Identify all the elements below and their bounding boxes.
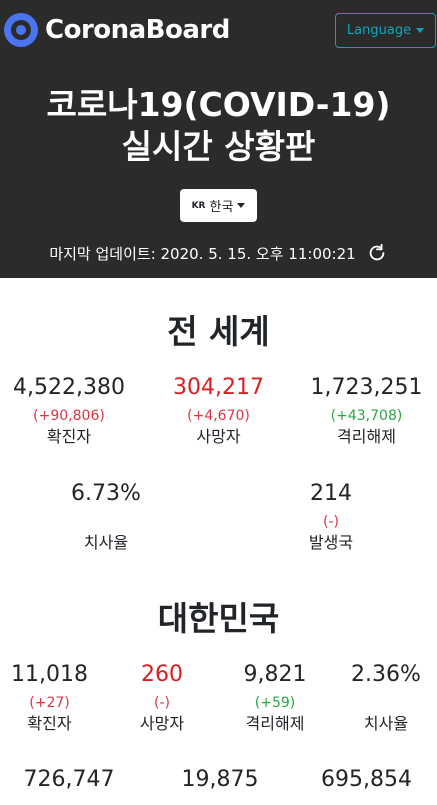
korea-recovered-value: 9,821 — [243, 662, 307, 687]
last-updated: 마지막 업데이트: 2020. 5. 15. 오후 11:00:21 — [0, 242, 437, 264]
brand-name: CoronaBoard — [45, 15, 230, 45]
caret-down-icon — [416, 28, 425, 33]
world-confirmed-value: 4,522,380 — [13, 375, 125, 400]
world-fatality-value: 6.73% — [71, 481, 141, 506]
country-dropdown-button[interactable]: KR 한국 — [180, 189, 257, 222]
world-section-title: 전 세계 — [167, 312, 270, 351]
last-updated-text: 마지막 업데이트: 2020. 5. 15. 오후 11:00:21 — [49, 244, 356, 263]
world-deaths-value: 304,217 — [173, 375, 264, 400]
world-deaths-label: 사망자 — [196, 427, 241, 446]
korea-fatality-value: 2.36% — [351, 662, 421, 687]
world-recovered-stat: 1,723,251 (+43,708) 격리해제 — [296, 374, 437, 448]
korea-confirmed-stat: 11,018 (+27) 확진자 — [0, 661, 99, 735]
korea-section-title: 대한민국 — [157, 599, 280, 638]
korea-fatality-stat: 2.36% 치사율 — [335, 661, 437, 735]
coronaboard-logo-icon — [4, 13, 38, 47]
country-label: 한국 — [209, 200, 234, 215]
country-flag-icon: KR — [191, 200, 206, 211]
world-countries-value: 214 — [310, 481, 352, 506]
world-confirmed-delta: (+90,806) — [33, 408, 105, 424]
language-dropdown-button[interactable]: Language — [335, 13, 436, 48]
page-title: 코로나19(COVID-19) 실시간 상황판 — [0, 84, 437, 168]
world-fatality-stat: 6.73% 치사율 — [36, 480, 176, 554]
world-recovered-value: 1,723,251 — [310, 375, 423, 400]
korea-deaths-stat: 260 (-) 사망자 — [112, 661, 212, 735]
world-deaths-stat: 304,217 (+4,670) 사망자 — [146, 374, 291, 448]
world-confirmed-stat: 4,522,380 (+90,806) 확진자 — [0, 374, 138, 448]
korea-confirmed-value: 11,018 — [11, 662, 88, 687]
world-deaths-delta: (+4,670) — [187, 408, 250, 424]
korea-confirmed-label: 확진자 — [27, 714, 72, 733]
world-fatality-label: 치사율 — [83, 533, 129, 552]
korea-row2-value-2: 19,875 — [181, 767, 259, 792]
caret-down-icon — [237, 203, 246, 208]
header: CoronaBoard Language 코로나19(COVID-19) 실시간… — [0, 0, 437, 278]
korea-fatality-label: 치사율 — [363, 714, 409, 733]
korea-deaths-delta: (-) — [154, 695, 170, 711]
korea-row2-stat-1: 726,747 — [0, 766, 138, 794]
korea-row2-stat-3: 695,854 — [296, 766, 437, 794]
korea-row2-value-3: 695,854 — [321, 767, 412, 792]
world-countries-delta: (-) — [323, 514, 339, 530]
world-confirmed-label: 확진자 — [46, 427, 92, 446]
world-recovered-delta: (+43,708) — [330, 408, 403, 424]
brand-link[interactable]: CoronaBoard — [4, 12, 230, 48]
world-countries-label: 발생국 — [308, 533, 354, 552]
page-title-line2: 실시간 상황판 — [121, 127, 316, 166]
korea-recovered-delta: (+59) — [254, 695, 296, 711]
korea-row2-stat-2: 19,875 — [150, 766, 290, 794]
korea-confirmed-delta: (+27) — [29, 695, 70, 711]
language-label: Language — [346, 23, 412, 38]
korea-deaths-value: 260 — [141, 662, 183, 687]
korea-recovered-stat: 9,821 (+59) 격리해제 — [224, 661, 326, 735]
navbar: CoronaBoard Language — [0, 0, 437, 60]
world-recovered-label: 격리해제 — [337, 427, 396, 446]
refresh-icon[interactable] — [366, 242, 388, 264]
page-title-line1: 코로나19(COVID-19) — [46, 85, 391, 124]
korea-recovered-label: 격리해제 — [245, 714, 305, 733]
world-countries-stat: 214 (-) 발생국 — [261, 480, 401, 554]
korea-row2-value-1: 726,747 — [23, 767, 115, 792]
korea-deaths-label: 사망자 — [139, 714, 185, 733]
